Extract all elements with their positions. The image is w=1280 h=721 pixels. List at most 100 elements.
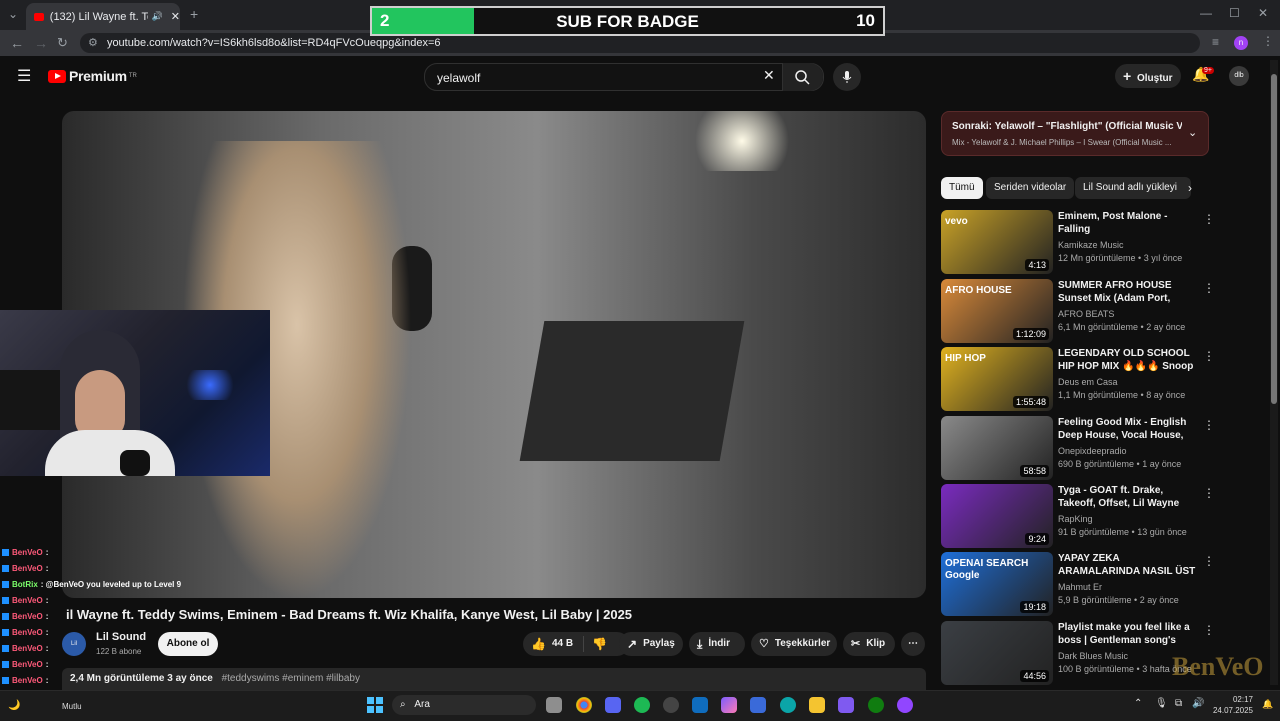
copilot-icon[interactable] xyxy=(721,697,737,713)
hashtags[interactable]: #teddyswims #eminem #lilbaby xyxy=(222,673,360,684)
video-thumbnail[interactable]: HIP HOP 1:55:48 xyxy=(941,347,1053,411)
spotify-icon[interactable] xyxy=(634,697,650,713)
voice-search-button[interactable] xyxy=(833,63,861,91)
scrollbar-thumb[interactable] xyxy=(1271,74,1277,404)
more-options-icon[interactable]: ⋮ xyxy=(1203,486,1215,500)
recommended-channel-name[interactable]: Mahmut Er xyxy=(1058,582,1102,592)
dislike-icon[interactable]: 👎 xyxy=(592,632,607,656)
description-box[interactable]: 2,4 Mn görüntüleme 3 ay önce #teddyswims… xyxy=(62,668,926,690)
recommended-video-title[interactable]: Eminem, Post Malone - Falling xyxy=(1058,210,1198,236)
recommended-channel-name[interactable]: Onepixdeepradio xyxy=(1058,446,1127,456)
video-thumbnail[interactable]: AFRO HOUSE 1:12:09 xyxy=(941,279,1053,343)
reload-icon[interactable]: ↻ xyxy=(57,35,68,51)
tab-list-icon[interactable]: ⌄ xyxy=(8,7,18,21)
xbox-icon[interactable] xyxy=(868,697,884,713)
video-thumbnail[interactable]: OPENAI SEARCH Google 19:18 xyxy=(941,552,1053,616)
like-count[interactable]: 44 B xyxy=(552,632,573,656)
recommended-video-card[interactable]: vevo 4:13 Eminem, Post Malone - Falling Kam… xyxy=(941,210,1215,274)
video-thumbnail[interactable]: 58:58 xyxy=(941,416,1053,480)
chevron-down-icon[interactable]: ⌄ xyxy=(1188,126,1197,139)
microphone-tray-icon[interactable]: 🎙 xyxy=(1155,698,1168,709)
obs-icon[interactable] xyxy=(663,697,679,713)
next-up-panel[interactable]: Sonraki: Yelawolf – "Flashlight" (Offici… xyxy=(941,111,1209,156)
site-info-icon[interactable]: ⚙ xyxy=(88,37,98,49)
hamburger-menu-icon[interactable]: ☰ xyxy=(17,66,31,86)
recommended-video-card[interactable]: 9:24 Tyga - GOAT ft. Drake, Takeoff, Offs… xyxy=(941,484,1215,548)
tray-chevron-up-icon[interactable]: ⌃ xyxy=(1134,698,1142,709)
recommended-video-card[interactable]: 44:56 Playlist make you feel like a boss … xyxy=(941,621,1215,685)
chrome-icon[interactable] xyxy=(576,697,592,713)
url-bar[interactable]: ⚙ youtube.com/watch?v=IS6kh6lsd8o&list=R… xyxy=(80,33,1200,53)
back-icon[interactable]: ← xyxy=(10,35,24,51)
tab-audio-icon[interactable]: 🔊 xyxy=(152,11,163,22)
chip-uploader[interactable]: Lil Sound adlı yükleyi xyxy=(1075,177,1191,199)
forward-icon[interactable]: → xyxy=(34,35,48,51)
discord-icon[interactable] xyxy=(605,697,621,713)
thanks-button[interactable]: ♡ Teşekkürler xyxy=(751,632,837,656)
browser-tab-active[interactable]: (132) Lil Wayne ft. Teddy Sw... 🔊 ✕ xyxy=(26,3,180,30)
minimize-icon[interactable]: — xyxy=(1200,6,1212,20)
video-thumbnail[interactable]: 9:24 xyxy=(941,484,1053,548)
media-controls-icon[interactable]: ≡ xyxy=(1212,35,1219,49)
recommended-channel-name[interactable]: RapKing xyxy=(1058,514,1093,524)
edge-icon[interactable] xyxy=(780,697,796,713)
maximize-icon[interactable]: ☐ xyxy=(1229,6,1240,20)
recommended-channel-name[interactable]: AFRO BEATS xyxy=(1058,309,1114,319)
channel-name[interactable]: Lil Sound xyxy=(96,631,146,643)
search-input[interactable] xyxy=(435,64,759,92)
chip-series[interactable]: Seriden videolar xyxy=(986,177,1075,199)
recommended-video-title[interactable]: SUMMER AFRO HOUSE Sunset Mix (Adam Port,… xyxy=(1058,279,1198,305)
channel-avatar[interactable]: Lil xyxy=(62,632,86,656)
recommended-video-title[interactable]: LEGENDARY OLD SCHOOL HIP HOP MIX 🔥🔥🔥 Sno… xyxy=(1058,347,1198,373)
recommended-video-card[interactable]: OPENAI SEARCH Google 19:18 YAPAY ZEKA ARAM… xyxy=(941,552,1215,616)
more-options-icon[interactable]: ⋮ xyxy=(1203,212,1215,226)
recommended-video-title[interactable]: Playlist make you feel like a boss | Gen… xyxy=(1058,621,1198,647)
clock-date[interactable]: 24.07.2025 xyxy=(1200,706,1253,715)
search-button[interactable] xyxy=(782,63,823,91)
windows-start-icon[interactable] xyxy=(366,696,384,714)
recommended-channel-name[interactable]: Deus em Casa xyxy=(1058,377,1118,387)
recommended-video-card[interactable]: 58:58 Feeling Good Mix - English Deep Hou… xyxy=(941,416,1215,480)
share-button[interactable]: ↗ Paylaş xyxy=(619,632,683,656)
clock-time[interactable]: 02:17 xyxy=(1213,695,1253,704)
browser-menu-icon[interactable]: ⋮ xyxy=(1262,34,1274,48)
recommended-video-title[interactable]: Feeling Good Mix - English Deep House, V… xyxy=(1058,416,1198,442)
recommended-video-title[interactable]: YAPAY ZEKA ARAMALARINDA NASIL ÜST SIRAYA… xyxy=(1058,552,1198,578)
more-options-icon[interactable]: ⋮ xyxy=(1203,418,1215,432)
network-icon[interactable]: ⧉ xyxy=(1175,698,1182,709)
profile-avatar[interactable]: n xyxy=(1234,36,1248,50)
more-options-icon[interactable]: ⋮ xyxy=(1203,281,1215,295)
video-thumbnail[interactable]: 44:56 xyxy=(941,621,1053,685)
subscribe-button[interactable]: Abone ol xyxy=(158,632,218,656)
clip-button[interactable]: ✂ Klip xyxy=(843,632,895,656)
file-explorer-icon[interactable] xyxy=(809,697,825,713)
new-tab-icon[interactable]: + xyxy=(190,6,198,22)
weather-icon[interactable]: 🌙 xyxy=(8,700,20,711)
recommended-channel-name[interactable]: Dark Blues Music xyxy=(1058,651,1128,661)
like-icon[interactable]: 👍 xyxy=(531,632,546,656)
chevron-right-icon[interactable]: › xyxy=(1188,181,1192,195)
youtube-logo[interactable]: Premium TR xyxy=(48,68,137,84)
close-window-icon[interactable]: ✕ xyxy=(1258,6,1268,20)
store-icon[interactable] xyxy=(750,697,766,713)
clear-search-icon[interactable]: ✕ xyxy=(763,67,775,84)
more-options-icon[interactable]: ⋮ xyxy=(1203,349,1215,363)
download-button[interactable]: ⤓ İndir xyxy=(689,632,745,656)
taskbar-search[interactable]: ⌕ Ara xyxy=(392,695,536,715)
page-scrollbar[interactable] xyxy=(1270,60,1278,685)
recommended-video-card[interactable]: HIP HOP 1:55:48 LEGENDARY OLD SCHOOL HIP H… xyxy=(941,347,1215,411)
app-icon[interactable] xyxy=(897,697,913,713)
more-actions-button[interactable]: ⋯ xyxy=(901,632,925,656)
more-options-icon[interactable]: ⋮ xyxy=(1203,554,1215,568)
notification-center-icon[interactable]: 🔔 xyxy=(1262,699,1273,710)
recommended-video-card[interactable]: AFRO HOUSE 1:12:09 SUMMER AFRO HOUSE Sunse… xyxy=(941,279,1215,343)
recommended-channel-name[interactable]: Kamikaze Music xyxy=(1058,240,1124,250)
outlook-icon[interactable] xyxy=(692,697,708,713)
recommended-video-title[interactable]: Tyga - GOAT ft. Drake, Takeoff, Offset, … xyxy=(1058,484,1198,510)
more-options-icon[interactable]: ⋮ xyxy=(1203,623,1215,637)
twitch-icon[interactable] xyxy=(838,697,854,713)
task-view-icon[interactable] xyxy=(546,697,562,713)
tab-close-icon[interactable]: ✕ xyxy=(171,10,180,23)
account-avatar[interactable]: dlb xyxy=(1229,66,1249,86)
create-button[interactable]: + Oluştur xyxy=(1115,64,1181,88)
